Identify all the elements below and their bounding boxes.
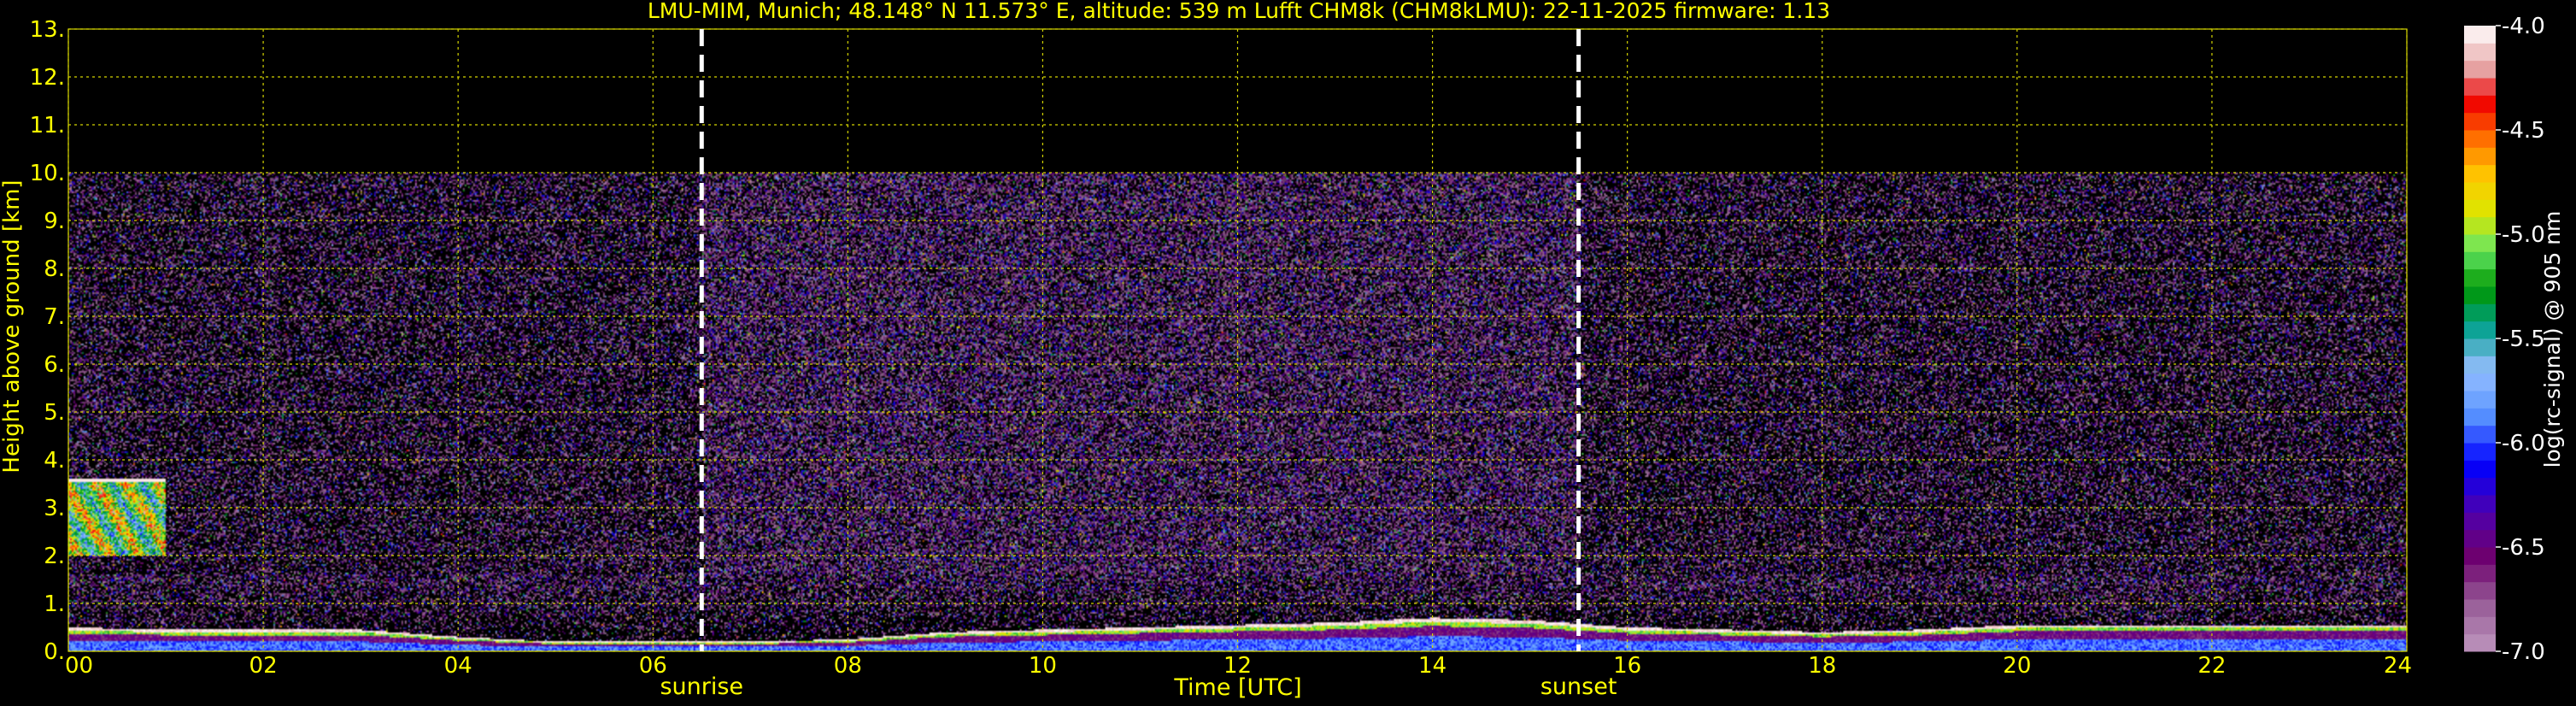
colorbar-tick-label: -5.5 [2502,327,2545,352]
colorbar-segment [2464,130,2496,148]
colorbar-segment [2464,216,2496,235]
x-axis-label: Time [UTC] [1173,674,1301,701]
x-tick-label: 06 [639,653,667,679]
colorbar-segment [2464,26,2496,44]
x-tick-label: 04 [444,653,472,679]
colorbar-segment [2464,356,2496,374]
colorbar-tick-label: -5.0 [2502,222,2545,248]
colorbar-segment [2464,599,2496,617]
colorbar-segment [2464,43,2496,62]
colorbar-segment [2464,391,2496,409]
y-tick-label: 12. [30,65,65,91]
annotation-label-sunset: sunset [1540,674,1617,700]
colorbar-segment [2464,495,2496,513]
colorbar-segment [2464,60,2496,79]
colorbar-segment [2464,268,2496,287]
colorbar-segment [2464,95,2496,114]
y-tick-label: 7. [44,304,65,330]
y-tick-label: 3. [44,496,65,521]
x-tick-label: 10 [1029,653,1057,679]
colorbar-segment [2464,286,2496,304]
ceilometer-figure: LMU-MIM, Munich; 48.148° N 11.573° E, al… [0,0,2576,706]
colorbar-segment [2464,581,2496,600]
colorbar-tick-label: -4.0 [2502,14,2545,39]
y-tick-label: 11. [30,113,65,138]
colorbar-segment [2464,182,2496,200]
colorbar-segment [2464,477,2496,496]
y-tick-label: 13. [30,17,65,43]
colorbar-segment [2464,234,2496,252]
colorbar-segment [2464,78,2496,96]
colorbar-segment [2464,633,2496,652]
x-tick-label: 20 [2003,653,2031,679]
colorbar-tick-label: -6.5 [2502,535,2545,561]
y-tick-label: 10. [30,161,65,186]
y-tick-label: 5. [44,400,65,426]
colorbar-segment [2464,303,2496,322]
x-tick-label: 22 [2198,653,2226,679]
chart-title: LMU-MIM, Munich; 48.148° N 11.573° E, al… [648,0,1830,23]
annotation-label-sunrise: sunrise [660,674,743,700]
colorbar-tick-label: -4.5 [2502,118,2545,144]
y-tick-label: 0. [44,639,65,665]
y-tick-label: 4. [44,448,65,474]
x-tick-label: 02 [249,653,278,679]
colorbar-segment [2464,443,2496,461]
x-tick-label: 00 [65,653,93,679]
colorbar-segment [2464,460,2496,479]
x-tick-label: 24 [2384,653,2412,679]
colorbar-segment [2464,338,2496,356]
y-tick-label: 9. [44,209,65,234]
colorbar-segment [2464,547,2496,565]
colorbar-segment [2464,164,2496,183]
x-tick-label: 16 [1613,653,1641,679]
x-tick-label: 08 [834,653,862,679]
colorbar-segment [2464,425,2496,444]
colorbar-segment [2464,529,2496,548]
colorbar-label: log(rc-signal) @ 905 nm [2540,211,2565,468]
colorbar-segment [2464,321,2496,339]
colorbar-segment [2464,199,2496,218]
colorbar-segment [2464,512,2496,531]
y-tick-label: 1. [44,591,65,617]
x-tick-label: 14 [1418,653,1446,679]
colorbar-segment [2464,251,2496,270]
colorbar-tick-label: -6.0 [2502,431,2545,456]
colorbar-segment [2464,147,2496,166]
colorbar-segment [2464,112,2496,131]
y-tick-label: 6. [44,352,65,378]
y-axis-label: Height above ground [km] [0,179,25,473]
colorbar-segment [2464,616,2496,635]
colorbar: -4.0 -4.5 -5.0 -5.5 -6.0 -6.5 -7.0 [2464,14,2545,665]
y-tick-label: 8. [44,256,65,282]
ceilometer-chart: LMU-MIM, Munich; 48.148° N 11.573° E, al… [0,0,2565,701]
colorbar-tick-label: -7.0 [2502,639,2545,665]
colorbar-segment [2464,408,2496,427]
y-tick-label: 2. [44,544,65,569]
colorbar-segment [2464,564,2496,583]
colorbar-segment [2464,373,2496,391]
x-tick-label: 18 [1808,653,1836,679]
